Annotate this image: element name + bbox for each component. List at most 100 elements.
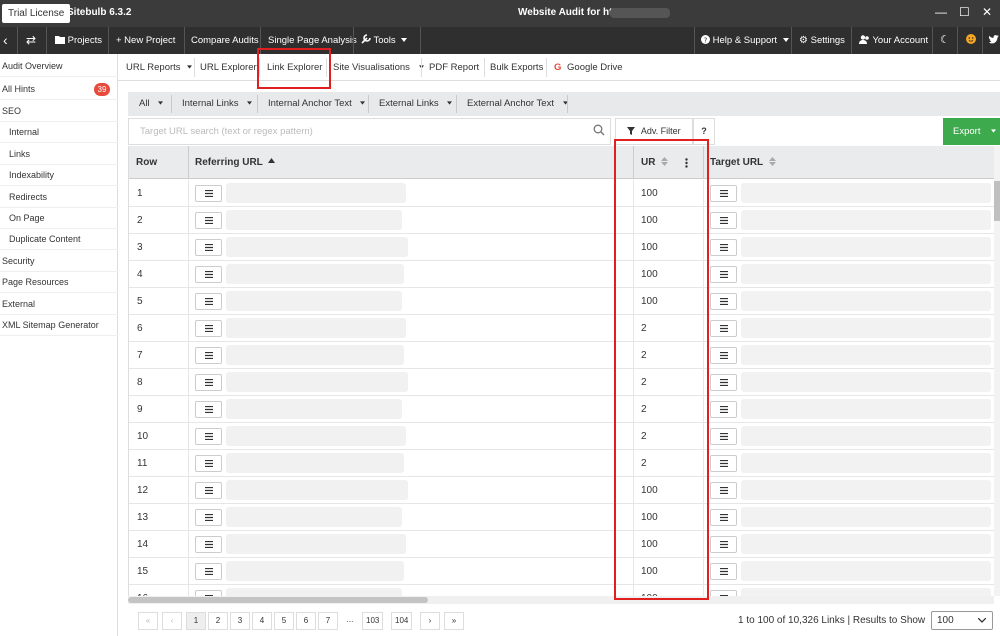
export-button[interactable]: Export (943, 118, 1000, 145)
account-button[interactable]: Your Account (859, 27, 928, 54)
redacted-referring-url[interactable] (226, 399, 402, 419)
swap-icon[interactable]: ⇄ (26, 27, 36, 54)
redacted-target-url[interactable] (741, 480, 991, 500)
sidebar-item-xml-sitemap-generator[interactable]: XML Sitemap Generator (0, 315, 118, 336)
filter-all[interactable]: All (139, 92, 164, 116)
table-row[interactable]: 4 100 (129, 261, 994, 288)
table-row[interactable]: 72 (129, 342, 994, 369)
sidebar-item-links[interactable]: Links (0, 144, 118, 165)
referring-url-menu-button[interactable] (195, 401, 222, 418)
twitter-icon[interactable] (988, 27, 1000, 54)
referring-url-menu-button[interactable] (195, 536, 222, 553)
sidebar-item-internal[interactable]: Internal (0, 122, 118, 143)
prev-page-button[interactable]: ‹ (162, 612, 182, 630)
referring-url-menu-button[interactable] (195, 428, 222, 445)
redacted-target-url[interactable] (741, 345, 991, 365)
referring-url-menu-button[interactable] (195, 482, 222, 499)
table-row[interactable]: 15 100 (129, 558, 994, 585)
redacted-referring-url[interactable] (226, 453, 404, 473)
filter-internal-anchor-text[interactable]: Internal Anchor Text (268, 92, 366, 116)
results-per-page-select[interactable]: 100 (931, 611, 993, 630)
referring-url-menu-button[interactable] (195, 185, 222, 202)
tab-url-explorer[interactable]: URL Explorer (200, 54, 257, 81)
referring-url-menu-button[interactable] (195, 212, 222, 229)
target-url-menu-button[interactable] (710, 509, 737, 526)
target-url-menu-button[interactable] (710, 347, 737, 364)
redacted-target-url[interactable] (741, 534, 991, 554)
table-row[interactable]: 14 100 (129, 531, 994, 558)
redacted-referring-url[interactable] (226, 291, 402, 311)
referring-url-menu-button[interactable] (195, 320, 222, 337)
target-url-menu-button[interactable] (710, 212, 737, 229)
help-support-menu[interactable]: ? Help & Support (701, 27, 789, 54)
referring-url-menu-button[interactable] (195, 347, 222, 364)
last-page-button[interactable]: » (444, 612, 464, 630)
page-7[interactable]: 7 (318, 612, 338, 630)
redacted-referring-url[interactable] (226, 210, 402, 230)
table-row[interactable]: 12 100 (129, 477, 994, 504)
target-url-menu-button[interactable] (710, 266, 737, 283)
referring-url-menu-button[interactable] (195, 374, 222, 391)
referring-url-menu-button[interactable] (195, 239, 222, 256)
table-row[interactable]: 1 100 (129, 180, 994, 207)
page-6[interactable]: 6 (296, 612, 316, 630)
page-4[interactable]: 4 (252, 612, 272, 630)
sidebar-item-page-resources[interactable]: Page Resources (0, 272, 118, 293)
filter-external-links[interactable]: External Links (379, 92, 453, 116)
page-5[interactable]: 5 (274, 612, 294, 630)
redacted-target-url[interactable] (741, 318, 991, 338)
table-row[interactable]: 10 2 (129, 423, 994, 450)
target-url-menu-button[interactable] (710, 401, 737, 418)
tab-google-drive[interactable]: G Google Drive (554, 54, 622, 81)
sidebar-item-duplicate-content[interactable]: Duplicate Content (0, 229, 118, 250)
redacted-target-url[interactable] (741, 588, 991, 596)
referring-url-menu-button[interactable] (195, 266, 222, 283)
redacted-target-url[interactable] (741, 426, 991, 446)
target-url-menu-button[interactable] (710, 239, 737, 256)
table-row[interactable]: 5 100 (129, 288, 994, 315)
table-row[interactable]: 92 (129, 396, 994, 423)
redacted-target-url[interactable] (741, 507, 991, 527)
target-url-menu-button[interactable] (710, 320, 737, 337)
new-project-button[interactable]: + New Project (116, 27, 175, 54)
tab-site-visualisations[interactable]: Site Visualisations (333, 54, 424, 81)
page-3[interactable]: 3 (230, 612, 250, 630)
redacted-target-url[interactable] (741, 183, 991, 203)
close-button[interactable]: ✕ (982, 5, 992, 19)
page-104[interactable]: 104 (391, 612, 413, 630)
page-2[interactable]: 2 (208, 612, 228, 630)
tab-bulk-exports[interactable]: Bulk Exports (490, 54, 543, 81)
redacted-referring-url[interactable] (226, 426, 406, 446)
sidebar-item-on-page[interactable]: On Page (0, 208, 118, 229)
horizontal-scrollbar[interactable] (128, 596, 994, 604)
redacted-referring-url[interactable] (226, 561, 404, 581)
projects-button[interactable]: Projects (55, 27, 102, 54)
settings-button[interactable]: ⚙ Settings (799, 27, 845, 54)
table-row[interactable]: 16100 (129, 585, 994, 596)
tools-menu[interactable]: Tools (361, 27, 408, 54)
redacted-target-url[interactable] (741, 399, 991, 419)
redacted-referring-url[interactable] (226, 372, 408, 392)
redacted-target-url[interactable] (741, 372, 991, 392)
filter-external-anchor-text[interactable]: External Anchor Text (467, 92, 568, 116)
redacted-referring-url[interactable] (226, 318, 406, 338)
table-row[interactable]: 82 (129, 369, 994, 396)
redacted-referring-url[interactable] (226, 534, 406, 554)
redacted-referring-url[interactable] (226, 183, 406, 203)
table-row[interactable]: 13 100 (129, 504, 994, 531)
tab-pdf-report[interactable]: PDF Report (429, 54, 479, 81)
sidebar-item-redirects[interactable]: Redirects (0, 187, 118, 208)
smiley-icon[interactable] (966, 27, 976, 54)
minimize-button[interactable]: — (935, 5, 947, 19)
target-url-search-input[interactable]: Target URL search (text or regex pattern… (128, 118, 611, 145)
table-row[interactable]: 11 2 (129, 450, 994, 477)
referring-url-menu-button[interactable] (195, 509, 222, 526)
column-header-row[interactable]: Row (136, 146, 157, 179)
redacted-referring-url[interactable] (226, 588, 402, 596)
sidebar-item-seo[interactable]: SEO (0, 101, 118, 122)
column-header-target-url[interactable]: Target URL (710, 146, 776, 179)
redacted-referring-url[interactable] (226, 264, 404, 284)
redacted-target-url[interactable] (741, 561, 991, 581)
target-url-menu-button[interactable] (710, 455, 737, 472)
compare-audits-button[interactable]: Compare Audits (191, 27, 259, 54)
